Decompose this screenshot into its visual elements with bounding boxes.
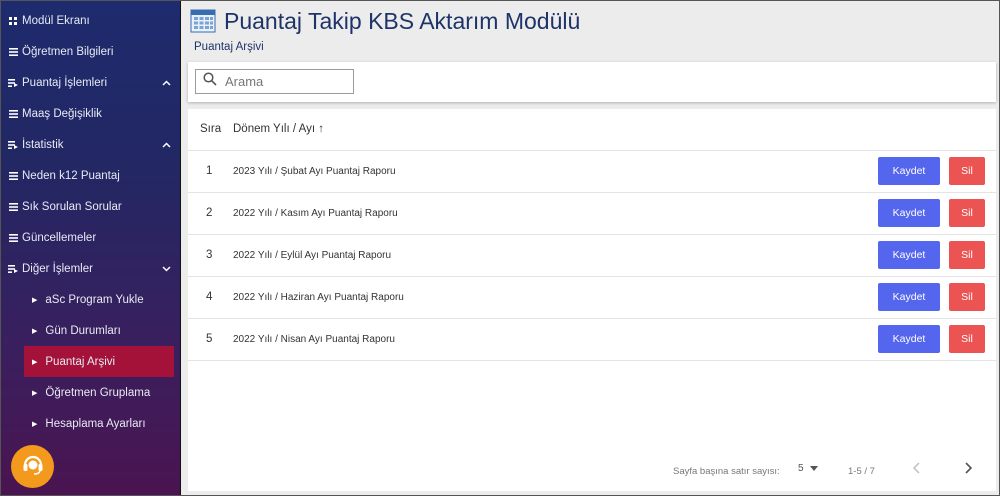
- page-title: Puantaj Takip KBS Aktarım Modülü: [224, 8, 581, 34]
- sidebar-subitem-asc-program-yukle[interactable]: ▶ aSc Program Yukle: [24, 284, 174, 315]
- sidebar-subitem-label: aSc Program Yukle: [45, 293, 144, 306]
- save-button[interactable]: Kaydet: [878, 283, 940, 311]
- row-number: 2: [206, 207, 213, 219]
- sidebar-subitem-gun-durumlari[interactable]: ▶ Gün Durumları: [24, 315, 174, 346]
- list-icon: [8, 171, 18, 180]
- sidebar-item-label: Modül Ekranı: [22, 14, 90, 27]
- row-number: 4: [206, 291, 213, 303]
- list-icon: [8, 109, 18, 118]
- row-name: 2022 Yılı / Eylül Ayı Puantaj Raporu: [233, 250, 392, 261]
- sidebar-item-label: Güncellemeler: [22, 231, 97, 244]
- sidebar-subitem-label: Gün Durumları: [45, 324, 121, 337]
- chevron-down-icon[interactable]: [162, 264, 171, 274]
- sidebar-item-label: Maaş Değişiklik: [22, 107, 102, 120]
- sidebar-subitem-label: Öğretmen Gruplama: [45, 386, 151, 399]
- sidebar-subitem-label: Puantaj Arşivi: [45, 355, 116, 368]
- sidebar-item-modul-ekrani[interactable]: Modül Ekranı: [0, 5, 180, 36]
- rows-per-page-select[interactable]: 5: [798, 463, 818, 474]
- sidebar-item-label: Öğretmen Bilgileri: [22, 45, 114, 58]
- chevron-up-icon[interactable]: [162, 78, 171, 88]
- sidebar-item-label: Puantaj İşlemleri: [22, 76, 108, 89]
- sidebar-item-maas-degisiklik[interactable]: Maaş Değişiklik: [0, 98, 180, 129]
- sidebar-subitem-label: Hesaplama Ayarları: [45, 417, 146, 430]
- table-row: 1 2023 Yılı / Şubat Ayı Puantaj Raporu K…: [188, 150, 996, 192]
- sidebar-item-puantaj-islemleri[interactable]: Puantaj İşlemleri: [0, 67, 180, 98]
- row-name: 2023 Yılı / Şubat Ayı Puantaj Raporu: [233, 166, 396, 177]
- playlist-icon: [8, 140, 18, 149]
- caret-down-icon: [809, 466, 818, 471]
- row-number: 3: [206, 249, 213, 261]
- grid-icon: [8, 16, 18, 25]
- save-button[interactable]: Kaydet: [878, 157, 940, 185]
- caret-right-icon: ▶: [32, 389, 38, 397]
- delete-button[interactable]: Sil: [949, 199, 985, 227]
- row-number: 5: [206, 333, 213, 345]
- sidebar-subitem-hesaplama-ayarlari[interactable]: ▶ Hesaplama Ayarları: [24, 408, 174, 439]
- search-box[interactable]: [195, 69, 354, 94]
- table-row: 4 2022 Yılı / Haziran Ayı Puantaj Raporu…: [188, 276, 996, 318]
- caret-right-icon: ▶: [32, 296, 38, 304]
- search-bar: [188, 62, 996, 102]
- sidebar-subitem-ogretmen-gruplama[interactable]: ▶ Öğretmen Gruplama: [24, 377, 174, 408]
- caret-right-icon: ▶: [32, 420, 38, 428]
- sort-arrow-up-icon: ↑: [318, 123, 324, 135]
- sidebar-item-neden-k12-puantaj[interactable]: Neden k12 Puantaj: [0, 160, 180, 191]
- table-row: 5 2022 Yılı / Nisan Ayı Puantaj Raporu K…: [188, 318, 996, 360]
- table-divider: [188, 360, 996, 361]
- chevron-right-icon[interactable]: [963, 461, 973, 480]
- delete-button[interactable]: Sil: [949, 157, 985, 185]
- list-icon: [8, 233, 18, 242]
- delete-button[interactable]: Sil: [949, 325, 985, 353]
- save-button[interactable]: Kaydet: [878, 199, 940, 227]
- delete-button[interactable]: Sil: [949, 283, 985, 311]
- playlist-icon: [8, 264, 18, 273]
- delete-button[interactable]: Sil: [949, 241, 985, 269]
- page-range: 1-5 / 7: [848, 466, 875, 477]
- save-button[interactable]: Kaydet: [878, 325, 940, 353]
- rows-per-page-label: Sayfa başına satır sayısı:: [673, 466, 780, 477]
- sidebar-item-istatistik[interactable]: İstatistik: [0, 129, 180, 160]
- row-name: 2022 Yılı / Haziran Ayı Puantaj Raporu: [233, 292, 404, 303]
- playlist-icon: [8, 78, 18, 87]
- sidebar-subitem-puantaj-arsivi[interactable]: ▶ Puantaj Arşivi: [24, 346, 174, 377]
- row-number: 1: [206, 165, 213, 177]
- row-name: 2022 Yılı / Nisan Ayı Puantaj Raporu: [233, 334, 395, 345]
- list-icon: [8, 202, 18, 211]
- save-button[interactable]: Kaydet: [878, 241, 940, 269]
- search-input[interactable]: [225, 74, 345, 89]
- sidebar-item-label: İstatistik: [22, 138, 64, 151]
- caret-right-icon: ▶: [32, 358, 38, 366]
- column-header-label: Dönem Yılı / Ayı: [233, 123, 316, 135]
- sidebar: Modül Ekranı Öğretmen Bilgileri Puantaj …: [0, 0, 181, 496]
- column-header-donem[interactable]: Dönem Yılı / Ayı ↑: [233, 123, 324, 135]
- sidebar-item-guncellemeler[interactable]: Güncellemeler: [0, 222, 180, 253]
- search-icon: [203, 72, 217, 91]
- sidebar-item-label: Diğer İşlemler: [22, 262, 93, 275]
- table-row: 3 2022 Yılı / Eylül Ayı Puantaj Raporu K…: [188, 234, 996, 276]
- archive-table-panel: Sıra Dönem Yılı / Ayı ↑ 1 2023 Yılı / Şu…: [188, 109, 996, 491]
- sidebar-item-label: Neden k12 Puantaj: [22, 169, 120, 182]
- headset-icon: [19, 450, 47, 483]
- support-button[interactable]: [11, 445, 54, 488]
- list-icon: [8, 47, 18, 56]
- breadcrumb[interactable]: Puantaj Arşivi: [194, 41, 264, 53]
- sidebar-item-diger-islemler[interactable]: Diğer İşlemler: [0, 253, 180, 284]
- sidebar-item-sik-sorulan-sorular[interactable]: Sık Sorulan Sorular: [0, 191, 180, 222]
- row-name: 2022 Yılı / Kasım Ayı Puantaj Raporu: [233, 208, 398, 219]
- table-row: 2 2022 Yılı / Kasım Ayı Puantaj Raporu K…: [188, 192, 996, 234]
- column-header-sira[interactable]: Sıra: [200, 123, 221, 135]
- chevron-up-icon[interactable]: [162, 140, 171, 150]
- caret-right-icon: ▶: [32, 327, 38, 335]
- chevron-left-icon[interactable]: [912, 461, 922, 480]
- sidebar-item-ogretmen-bilgileri[interactable]: Öğretmen Bilgileri: [0, 36, 180, 67]
- sidebar-item-label: Sık Sorulan Sorular: [22, 200, 122, 213]
- rows-per-page-value: 5: [798, 463, 804, 474]
- calendar-icon: [190, 8, 216, 34]
